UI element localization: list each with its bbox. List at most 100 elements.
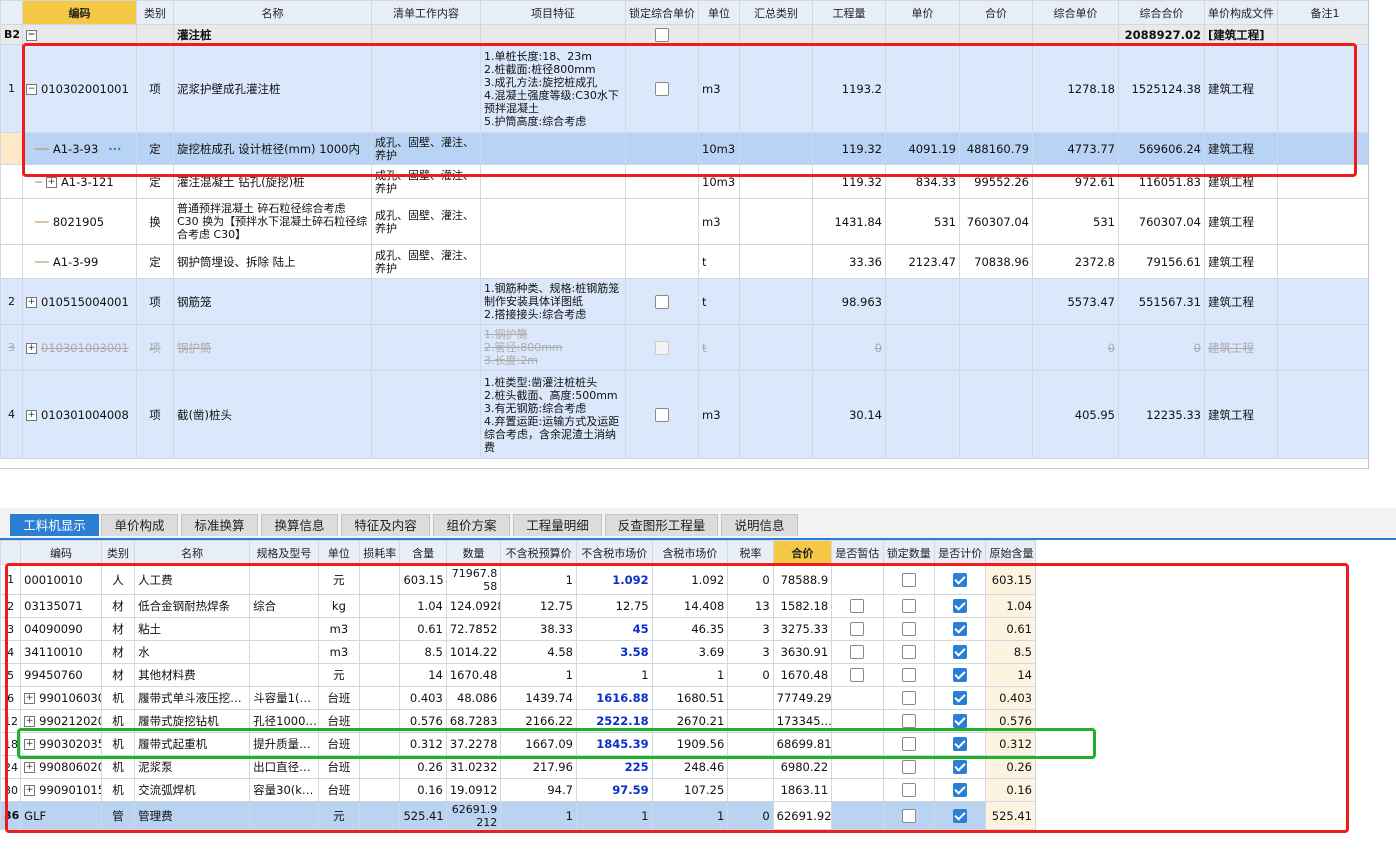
lock-qty-checkbox[interactable] — [901, 645, 916, 660]
cell-taxed-market-price[interactable]: 1909.56 — [651, 732, 729, 756]
cell-market-price[interactable]: 225 — [575, 755, 653, 779]
cell-tax-rate[interactable] — [727, 709, 774, 733]
cell-name[interactable]: 管理费 — [134, 801, 251, 830]
provisional-checkbox[interactable] — [850, 668, 865, 683]
cell-market-price[interactable]: 1 — [575, 663, 653, 687]
expand-icon[interactable]: + — [24, 762, 36, 773]
more-icon[interactable]: ··· — [108, 142, 121, 156]
tab-feature-content[interactable]: 特征及内容 — [341, 514, 430, 536]
lock-qty-checkbox[interactable] — [901, 808, 916, 823]
cell-tax-rate[interactable] — [727, 755, 774, 779]
cell-quantity[interactable]: 1014.22 — [445, 640, 502, 664]
col-tax-rate[interactable]: 税率 — [727, 540, 774, 565]
tab-price-composition[interactable]: 单价构成 — [101, 514, 178, 536]
cell-content[interactable]: 0.61 — [399, 617, 447, 641]
cell-tax-rate[interactable]: 3 — [727, 617, 774, 641]
table-row-mgmt-fee[interactable]: 36 GLF 管管理费元 525.41 62691.9212 1 1 1 0 62691.92 52… — [0, 801, 1036, 830]
lock-qty-checkbox[interactable] — [901, 572, 916, 587]
is-priced-checkbox[interactable] — [953, 572, 968, 587]
table-row[interactable]: 24 +990806020 机泥浆泵 出口直径… 台班 0.26 31.0232 217.96… — [0, 755, 1036, 779]
expand-icon[interactable]: + — [26, 296, 37, 308]
col-remark[interactable]: 备注1 — [1277, 0, 1368, 25]
cell-loss-rate[interactable] — [359, 663, 401, 687]
collapse-icon[interactable]: − — [26, 29, 37, 41]
col-name[interactable]: 名称 — [134, 540, 251, 565]
provisional-checkbox[interactable] — [850, 622, 865, 637]
cell-name[interactable]: 截(凿)桩头 — [173, 370, 372, 459]
lock-qty-checkbox[interactable] — [901, 783, 916, 798]
cell-market-price[interactable]: 45 — [575, 617, 653, 641]
col-comp-unit-price[interactable]: 综合单价 — [1032, 0, 1119, 25]
col-category[interactable]: 类别 — [136, 0, 174, 25]
provisional-checkbox[interactable] — [850, 645, 865, 660]
cell-taxed-market-price[interactable]: 1680.51 — [651, 686, 729, 710]
cell-content[interactable]: 0.26 — [399, 755, 447, 779]
cell-content[interactable]: 525.41 — [399, 801, 447, 830]
tab-conversion-info[interactable]: 换算信息 — [261, 514, 338, 536]
cell-market-price[interactable]: 1845.39 — [575, 732, 653, 756]
col-orig-content[interactable]: 原始含量 — [985, 540, 1036, 565]
cell-quantity[interactable]: 72.7852 — [445, 617, 502, 641]
table-row[interactable]: ── A1-3-99 定 钢护筒埋设、拆除 陆上 成孔、固壁、灌注、养护 t 33… — [0, 244, 1368, 279]
is-priced-checkbox[interactable] — [953, 668, 968, 683]
is-priced-checkbox[interactable] — [953, 599, 968, 614]
cell-feature[interactable]: 1.桩类型:凿灌注桩桩头 2.桩头截面、高度:500mm 3.有无钢筋:综合考虑… — [480, 370, 626, 459]
tab-reverse-lookup[interactable]: 反查图形工程量 — [605, 514, 718, 536]
table-row-selected[interactable]: ── A1-3-93 ··· 定 旋挖桩成孔 设计桩径(mm) 1000内 成孔、固… — [0, 132, 1368, 165]
table-row-b2[interactable]: B2 − 灌注桩 2088927.02 [建筑工程] — [0, 24, 1368, 45]
cell-loss-rate[interactable] — [359, 564, 401, 595]
cell-taxed-market-price[interactable]: 1.092 — [651, 564, 729, 595]
table-row[interactable]: 1 00010010 人人工费元 603.15 71967.858 1 1.092 1.092… — [0, 564, 1036, 595]
cell-market-price[interactable]: 12.75 — [575, 594, 653, 618]
cell-name[interactable]: 履带式起重机 — [134, 732, 251, 756]
col-taxed-market-price[interactable]: 含税市场价 — [651, 540, 729, 565]
cell-taxed-market-price[interactable]: 14.408 — [651, 594, 729, 618]
cell-spec[interactable]: 孔径1000… — [249, 709, 319, 733]
cell-quantity[interactable]: 19.0912 — [445, 778, 502, 802]
expand-icon[interactable]: + — [26, 342, 37, 354]
expand-icon[interactable]: + — [24, 739, 36, 750]
cell-spec[interactable] — [249, 617, 319, 641]
cell-name[interactable]: 普通预拌混凝土 碎石粒径综合考虑 C30 换为【预拌水下混凝土碎石粒径综合考虑 … — [173, 198, 372, 245]
cell-loss-rate[interactable] — [359, 594, 401, 618]
col-content[interactable]: 含量 — [399, 540, 447, 565]
col-quantity[interactable]: 工程量 — [812, 0, 886, 25]
cell-loss-rate[interactable] — [359, 801, 401, 830]
cell-tax-rate[interactable]: 0 — [727, 564, 774, 595]
cell-loss-rate[interactable] — [359, 755, 401, 779]
bill-items-grid[interactable]: 编码 类别 名称 清单工作内容 项目特征 锁定综合单价 单位 汇总类别 工程量 … — [0, 0, 1369, 469]
col-comp-total[interactable]: 综合合价 — [1118, 0, 1205, 25]
cell-content[interactable]: 8.5 — [399, 640, 447, 664]
cell-feature[interactable]: 1.钢筋种类、规格:桩钢筋笼制作安装具体详图纸 2.搭接接头:综合考虑 — [480, 278, 626, 325]
cell-name[interactable]: 履带式旋挖钻机 — [134, 709, 251, 733]
cell-name[interactable]: 水 — [134, 640, 251, 664]
cell-quantity[interactable]: 37.2278 — [445, 732, 502, 756]
table-row[interactable]: 4 34110010 材水 m3 8.5 1014.22 4.58 3.58 3.69 3 3630… — [0, 640, 1036, 664]
cell-tax-rate[interactable]: 3 — [727, 640, 774, 664]
cell-quantity[interactable]: 124.0928 — [445, 594, 502, 618]
lock-price-checkbox[interactable] — [655, 407, 669, 422]
table-row-disabled[interactable]: 3 +010301003001 项 钢护筒 1.钢护筒 2.管径:800mm 3… — [0, 324, 1368, 371]
col-name[interactable]: 名称 — [173, 0, 372, 25]
col-total[interactable]: 合价 — [772, 540, 833, 565]
cell-taxed-market-price[interactable]: 248.46 — [651, 755, 729, 779]
provisional-checkbox[interactable] — [850, 599, 865, 614]
cell-name[interactable]: 灌注混凝土 钻孔(旋挖)桩 — [173, 164, 372, 199]
resource-grid[interactable]: 编码 类别 名称 规格及型号 单位 损耗率 含量 数量 不含税预算价 不含税市场… — [0, 540, 1040, 836]
cell-spec[interactable]: 提升质量… — [249, 732, 319, 756]
cell-name[interactable]: 钢护筒 — [173, 324, 372, 371]
cell-spec[interactable]: 综合 — [249, 594, 319, 618]
cell-name[interactable]: 其他材料费 — [134, 663, 251, 687]
cell-market-price[interactable]: 97.59 — [575, 778, 653, 802]
col-is-priced[interactable]: 是否计价 — [934, 540, 987, 565]
expand-icon[interactable]: + — [24, 785, 36, 796]
tab-pricing-scheme[interactable]: 组价方案 — [433, 514, 510, 536]
cell-name[interactable]: 交流弧焊机 — [134, 778, 251, 802]
col-unit[interactable]: 单位 — [698, 0, 740, 25]
lock-qty-checkbox[interactable] — [901, 737, 916, 752]
is-priced-checkbox[interactable] — [953, 808, 968, 823]
is-priced-checkbox[interactable] — [953, 622, 968, 637]
cell-name[interactable]: 人工费 — [134, 564, 251, 595]
col-unit-price[interactable]: 单价 — [885, 0, 960, 25]
collapse-icon[interactable]: − — [26, 83, 37, 95]
